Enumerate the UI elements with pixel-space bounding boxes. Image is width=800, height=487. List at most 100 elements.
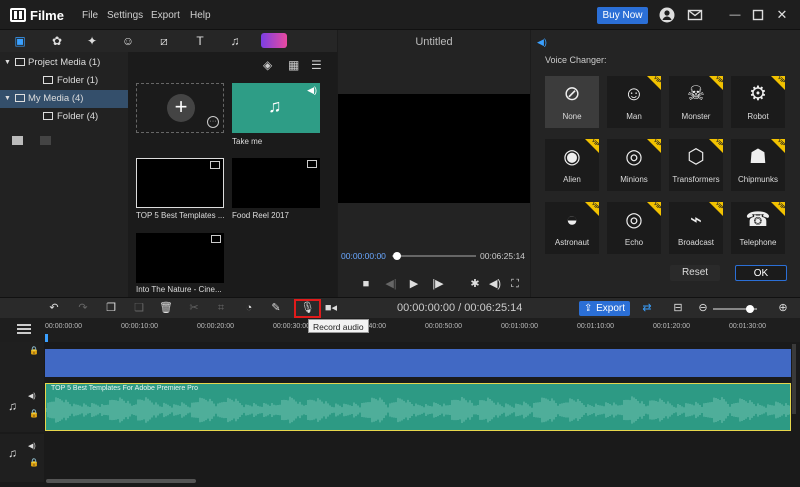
- effects-tab-icon[interactable]: ✦: [84, 33, 100, 49]
- templates-tab-icon[interactable]: [261, 33, 287, 48]
- tree-item-folder-4[interactable]: Folder (4): [0, 108, 128, 126]
- record-video-icon[interactable]: ■◂: [324, 301, 338, 315]
- copy-icon[interactable]: ❐: [104, 301, 118, 315]
- voice-option-transformers[interactable]: ⬡ Transformers VIP: [669, 138, 724, 191]
- lock-icon[interactable]: 🔒: [29, 458, 39, 467]
- media-library: ◈ ▦ ☰ + ··· ♫ ◀) Take me TOP 5 Best Temp…: [128, 52, 337, 297]
- folder-icon: [15, 58, 25, 66]
- split-icon[interactable]: ✂: [187, 301, 201, 315]
- playhead[interactable]: [45, 334, 48, 342]
- voice-option-man[interactable]: ☺ Man VIP: [607, 75, 662, 128]
- vertical-scrollbar[interactable]: [792, 344, 796, 414]
- mail-icon[interactable]: [687, 7, 703, 23]
- redo-icon[interactable]: ↷: [76, 301, 90, 315]
- media-label: TOP 5 Best Templates ...: [136, 211, 225, 220]
- media-tab-icon[interactable]: ▣: [12, 33, 28, 49]
- voice-option-broadcast[interactable]: ⌁ Broadcast VIP: [669, 201, 724, 254]
- volume-icon[interactable]: ◀): [28, 392, 36, 400]
- loop-icon[interactable]: ⇄: [640, 301, 654, 315]
- voice-option-alien[interactable]: ◉ Alien VIP: [545, 138, 600, 191]
- preview-screen: [338, 94, 530, 203]
- more-options-icon[interactable]: ···: [207, 116, 219, 128]
- settings-icon[interactable]: ✱: [468, 277, 482, 291]
- horizontal-scrollbar[interactable]: [46, 479, 196, 483]
- zoom-slider-handle[interactable]: [746, 305, 754, 313]
- delete-folder-icon[interactable]: [40, 136, 51, 145]
- folder-icon: [15, 94, 25, 102]
- lock-icon[interactable]: 🔒: [29, 409, 39, 418]
- zoom-in-icon[interactable]: ⊕: [776, 301, 790, 315]
- account-icon[interactable]: [659, 7, 675, 23]
- speed-icon[interactable]: ◔: [242, 301, 256, 315]
- menu-settings[interactable]: Settings: [107, 10, 143, 21]
- text-tab-icon[interactable]: T: [192, 33, 208, 49]
- maximize-icon[interactable]: [750, 7, 766, 23]
- tree-item-my-media[interactable]: ▼ My Media (4): [0, 90, 128, 108]
- zoom-out-icon[interactable]: ⊖: [696, 301, 710, 315]
- video-clip[interactable]: [45, 349, 791, 377]
- sort-icon[interactable]: ☰: [311, 58, 322, 72]
- preview-progress-track[interactable]: [392, 255, 476, 257]
- plus-icon: +: [167, 94, 195, 122]
- menu-file[interactable]: File: [82, 10, 98, 21]
- voice-option-astronaut[interactable]: ◒ Astronaut VIP: [545, 201, 600, 254]
- voice-option-monster[interactable]: ☠ Monster VIP: [669, 75, 724, 128]
- voice-option-label: Monster: [681, 112, 711, 121]
- transitions-tab-icon[interactable]: ⧄: [156, 33, 172, 49]
- record-audio-button[interactable]: 🎙: [294, 299, 321, 318]
- media-item-into-the-nature[interactable]: [136, 233, 224, 283]
- ruler-tick: 00:00:50:00: [425, 323, 462, 330]
- ok-button[interactable]: OK: [735, 265, 787, 281]
- music-note-icon: ♫: [8, 446, 17, 460]
- filters-tab-icon[interactable]: ✿: [49, 33, 65, 49]
- ruler-tick: 00:01:30:00: [729, 323, 766, 330]
- voice-option-chipmunks[interactable]: ☗ Chipmunks VIP: [731, 138, 786, 191]
- play-icon[interactable]: ▶: [407, 277, 421, 291]
- next-frame-icon[interactable]: |▶: [431, 277, 445, 291]
- buy-now-button[interactable]: Buy Now: [597, 7, 648, 24]
- minimize-icon[interactable]: —: [727, 7, 743, 23]
- menu-icon[interactable]: [17, 324, 31, 334]
- voice-option-none[interactable]: ⊘ None: [545, 76, 599, 128]
- timeline-ruler[interactable]: 00:00:00:00 00:00:10:00 00:00:20:00 00:00:3…: [0, 318, 800, 342]
- voice-option-robot[interactable]: ⚙ Robot VIP: [731, 75, 786, 128]
- menu-help[interactable]: Help: [190, 10, 211, 21]
- media-item-take-me[interactable]: ♫ ◀): [232, 83, 320, 133]
- media-item-food-reel[interactable]: [232, 158, 320, 208]
- audio-clip[interactable]: TOP 5 Best Templates For Adobe Premiere …: [45, 383, 791, 431]
- stickers-tab-icon[interactable]: ☺: [120, 33, 136, 49]
- undo-icon[interactable]: ↶: [47, 301, 61, 315]
- prev-frame-icon[interactable]: ◀|: [384, 277, 398, 291]
- audio-waveform: [46, 396, 790, 424]
- tree-item-project-media[interactable]: ▼ Project Media (1): [0, 54, 128, 72]
- layers-icon[interactable]: ◈: [263, 58, 272, 72]
- voice-option-telephone[interactable]: ☎ Telephone VIP: [731, 201, 786, 254]
- grid-view-icon[interactable]: ▦: [288, 58, 299, 72]
- edit-icon[interactable]: ✎: [269, 301, 283, 315]
- volume-icon[interactable]: ◀): [488, 277, 502, 291]
- reset-button[interactable]: Reset: [670, 265, 720, 281]
- music-tab-icon[interactable]: ♫: [227, 33, 243, 49]
- add-folder-icon[interactable]: [12, 136, 23, 145]
- paste-icon[interactable]: ❏: [132, 301, 146, 315]
- voice-option-echo[interactable]: ◎ Echo VIP: [607, 201, 662, 254]
- timeline-timecode: 00:00:00:00 / 00:06:25:14: [397, 302, 523, 314]
- export-button[interactable]: ⇪ Export: [579, 301, 630, 316]
- stop-icon[interactable]: ■: [359, 277, 373, 291]
- tree-item-folder-1[interactable]: Folder (1): [0, 72, 128, 90]
- lock-icon[interactable]: 🔒: [29, 346, 39, 355]
- delete-icon[interactable]: 🗑: [159, 301, 173, 315]
- tooltip: Record audio: [308, 319, 369, 333]
- expand-arrow-icon[interactable]: ▼: [4, 54, 11, 72]
- add-media-button[interactable]: + ···: [136, 83, 224, 133]
- crop-icon[interactable]: ⌗: [214, 301, 228, 315]
- voice-option-minions[interactable]: ◎ Minions VIP: [607, 138, 662, 191]
- fullscreen-icon[interactable]: ⛶: [508, 277, 522, 291]
- volume-icon[interactable]: ◀): [28, 442, 36, 450]
- expand-arrow-icon[interactable]: ▼: [4, 90, 11, 108]
- close-icon[interactable]: ✕: [774, 7, 790, 23]
- menu-export[interactable]: Export: [151, 10, 180, 21]
- preview-progress-handle[interactable]: [393, 252, 401, 260]
- media-item-top5[interactable]: [136, 158, 224, 208]
- fit-icon[interactable]: ⊟: [671, 301, 685, 315]
